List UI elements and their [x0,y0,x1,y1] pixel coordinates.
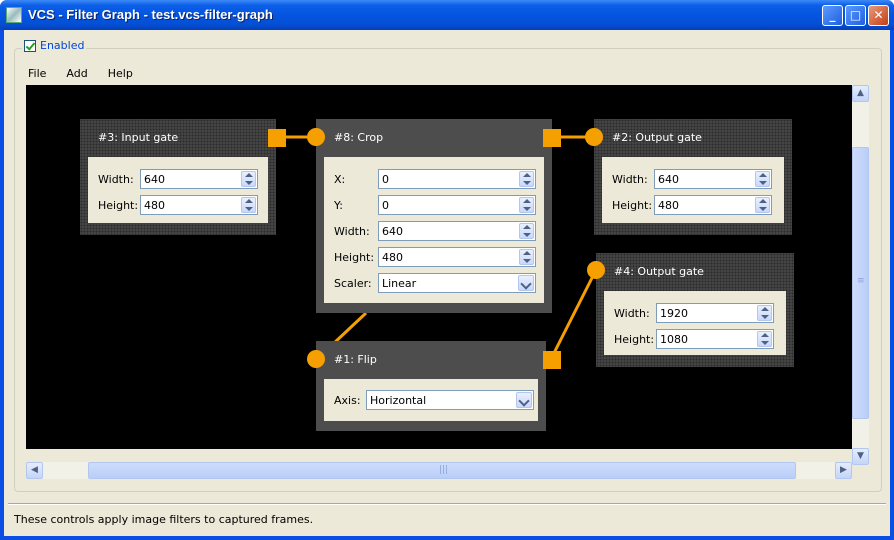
enabled-checkbox-row[interactable]: Enabled [22,39,87,52]
x-spinbox[interactable]: 0 [378,169,536,189]
client-area: Enabled File Add Help #3: Input gate Wid… [4,30,890,536]
input-pin-circle-icon[interactable] [307,128,325,146]
close-button[interactable]: ✕ [868,5,889,26]
axis-value: Horizontal [370,394,427,407]
enabled-label: Enabled [40,39,85,52]
y-value: 0 [382,199,389,212]
height-value: 480 [144,199,165,212]
output-pin-square-icon[interactable] [543,351,561,369]
height-spinbox[interactable]: 480 [654,195,772,215]
spin-arrows-icon[interactable] [755,171,770,187]
node-crop[interactable]: #8: Crop X: 0 Y: 0 Width: 640 Height: 48… [316,119,552,313]
menu-bar: File Add Help [26,66,151,81]
width-label: Width: [98,172,134,186]
width-value: 640 [658,173,679,186]
scaler-value: Linear [382,277,417,290]
height-label: Height: [98,198,139,212]
node-title: #1: Flip [334,353,377,366]
height-value: 480 [382,251,403,264]
node-panel: Width: 640 Height: 480 [602,157,784,223]
node-panel: Width: 640 Height: 480 [88,157,268,223]
vertical-scroll-thumb[interactable]: ≡ [852,147,869,419]
horizontal-scroll-thumb[interactable]: ||| [88,462,796,479]
graph-canvas[interactable]: #3: Input gate Width: 640 Height: 480 #8… [26,85,852,449]
spin-arrows-icon[interactable] [757,305,772,321]
spin-arrows-icon[interactable] [519,223,534,239]
horizontal-scrollbar[interactable]: ◀ ||| ▶ [26,462,852,479]
maximize-button[interactable]: □ [845,5,866,26]
window-title: VCS - Filter Graph - test.vcs-filter-gra… [28,7,273,22]
width-spinbox[interactable]: 640 [378,221,536,241]
chevron-down-icon[interactable] [518,275,534,291]
node-title: #4: Output gate [614,265,704,278]
edge-flip-to-output4 [550,269,598,358]
width-spinbox[interactable]: 640 [654,169,772,189]
app-icon [6,7,22,23]
output-pin-square-icon[interactable] [543,129,561,147]
width-label: Width: [334,224,370,238]
height-value: 480 [658,199,679,212]
title-bar[interactable]: VCS - Filter Graph - test.vcs-filter-gra… [0,0,894,30]
minimize-button[interactable]: _ [822,5,843,26]
width-value: 1920 [660,307,688,320]
spin-arrows-icon[interactable] [755,197,770,213]
menu-file[interactable]: File [26,66,48,81]
window: VCS - Filter Graph - test.vcs-filter-gra… [0,0,894,540]
spin-arrows-icon[interactable] [241,171,256,187]
width-row: Width: [98,169,142,189]
input-pin-circle-icon[interactable] [585,128,603,146]
scroll-down-icon[interactable]: ▼ [852,448,869,465]
scaler-label: Scaler: [334,276,372,290]
height-row: Height: [98,195,142,215]
output-pin-square-icon[interactable] [268,129,286,147]
node-input-gate[interactable]: #3: Input gate Width: 640 Height: 480 [80,119,276,235]
height-label: Height: [614,332,655,346]
width-spinbox[interactable]: 640 [140,169,258,189]
spin-arrows-icon[interactable] [519,197,534,213]
node-flip[interactable]: #1: Flip Axis: Horizontal [316,341,546,431]
width-spinbox[interactable]: 1920 [656,303,774,323]
height-spinbox[interactable]: 1080 [656,329,774,349]
node-panel: Axis: Horizontal [324,379,538,421]
spin-arrows-icon[interactable] [519,171,534,187]
width-value: 640 [144,173,165,186]
enabled-checkbox[interactable] [24,39,36,52]
spin-arrows-icon[interactable] [757,331,772,347]
height-spinbox[interactable]: 480 [140,195,258,215]
scroll-up-icon[interactable]: ▲ [852,85,869,102]
node-panel: X: 0 Y: 0 Width: 640 Height: 480 Scaler:… [324,157,544,303]
scroll-left-icon[interactable]: ◀ [26,462,43,479]
height-spinbox[interactable]: 480 [378,247,536,267]
status-separator [8,503,886,505]
height-label: Height: [612,198,653,212]
x-value: 0 [382,173,389,186]
width-label: Width: [612,172,648,186]
status-text: These controls apply image filters to ca… [14,513,314,526]
spin-arrows-icon[interactable] [241,197,256,213]
y-spinbox[interactable]: 0 [378,195,536,215]
y-label: Y: [334,198,343,212]
menu-add[interactable]: Add [64,66,89,81]
node-panel: Width: 1920 Height: 1080 [604,291,786,355]
node-output-gate-2[interactable]: #2: Output gate Width: 640 Height: 480 [594,119,792,235]
vertical-scrollbar[interactable]: ▲ ≡ ▼ [852,85,869,465]
spin-arrows-icon[interactable] [519,249,534,265]
node-title: #8: Crop [334,131,384,144]
height-value: 1080 [660,333,688,346]
width-label: Width: [614,306,650,320]
height-label: Height: [334,250,375,264]
axis-combobox[interactable]: Horizontal [366,390,534,410]
input-pin-circle-icon[interactable] [587,261,605,279]
node-title: #2: Output gate [612,131,702,144]
node-title: #3: Input gate [98,131,179,144]
scroll-right-icon[interactable]: ▶ [835,462,852,479]
input-pin-circle-icon[interactable] [307,350,325,368]
x-label: X: [334,172,346,186]
width-value: 640 [382,225,403,238]
chevron-down-icon[interactable] [516,392,532,408]
node-output-gate-4[interactable]: #4: Output gate Width: 1920 Height: 1080 [596,253,794,367]
scaler-combobox[interactable]: Linear [378,273,536,293]
menu-help[interactable]: Help [106,66,135,81]
